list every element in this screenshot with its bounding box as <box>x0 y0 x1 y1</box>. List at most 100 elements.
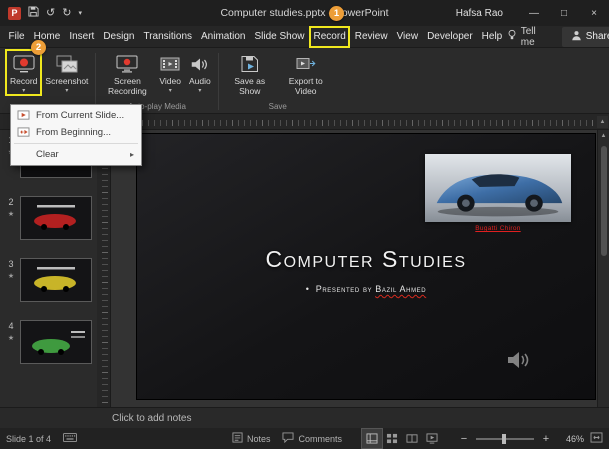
slide-thumbnail-4[interactable]: 4 ★ <box>2 320 94 364</box>
slide-1-editing-surface[interactable]: Bugatti Chiron Computer Studies • Presen… <box>137 134 595 399</box>
reading-view-button[interactable] <box>402 429 422 448</box>
video-chevron-icon: ▾ <box>168 87 172 94</box>
screen-recording-button[interactable]: Screen Recording <box>99 50 155 98</box>
screenshot-button[interactable]: Screenshot ▾ <box>41 50 92 95</box>
menu-item-from-current-slide[interactable]: From Current Slide... <box>11 107 141 124</box>
notes-pane[interactable]: Click to add notes <box>0 407 609 428</box>
keyboard-icon[interactable] <box>63 433 78 444</box>
save-as-show-button[interactable]: Save as Show <box>222 50 278 98</box>
slideshow-view-button[interactable] <box>422 429 442 448</box>
screenshot-chevron-icon: ▾ <box>65 87 69 94</box>
zoom-controls: − + 46% <box>458 432 603 445</box>
slide-number: 3 <box>8 259 14 269</box>
tab-transitions[interactable]: Transitions <box>139 26 197 48</box>
ribbon-group-label-save: Save <box>268 102 287 111</box>
slide-thumbnail-image[interactable] <box>20 320 92 364</box>
share-person-icon <box>571 30 582 44</box>
screenshot-icon <box>56 53 78 75</box>
zoom-in-button[interactable]: + <box>540 433 552 445</box>
powerpoint-window: P ↺ ↻ ▾ Computer studies.pptx - PowerPoi… <box>0 0 609 449</box>
normal-view-button[interactable] <box>361 428 383 449</box>
audio-chevron-icon: ▾ <box>198 87 202 94</box>
slide-thumbnail-image[interactable] <box>20 196 92 240</box>
slide-subtitle-text[interactable]: • Presented by Bazil Ahmed <box>137 284 595 294</box>
zoom-level[interactable]: 46% <box>558 434 584 444</box>
titlebar-right: Hafsa Rao — □ × <box>456 0 609 26</box>
tab-design[interactable]: Design <box>99 26 139 48</box>
save-icon[interactable] <box>28 6 39 20</box>
menubar-right: Tell me Share <box>507 26 609 48</box>
tab-view[interactable]: View <box>392 26 423 48</box>
animation-star-icon: ★ <box>7 335 15 342</box>
tell-me[interactable]: Tell me <box>507 26 536 48</box>
scrollbar-thumb[interactable] <box>600 146 607 256</box>
export-to-video-button[interactable]: Export to Video <box>278 50 334 98</box>
share-button[interactable]: Share <box>561 26 609 47</box>
from-beginning-icon <box>16 127 30 138</box>
maximize-button[interactable]: □ <box>549 0 579 26</box>
slide-title-text[interactable]: Computer Studies <box>137 246 595 273</box>
record-chevron-icon: ▾ <box>22 87 26 94</box>
main-content: 1 ★ 2 ★ 3 ★ <box>0 130 609 407</box>
audio-label: Audio <box>189 76 211 86</box>
tab-insert[interactable]: Insert <box>65 26 99 48</box>
zoom-out-button[interactable]: − <box>458 433 470 445</box>
video-button[interactable]: Video ▾ <box>155 50 185 95</box>
slide-thumbnail-image[interactable] <box>20 258 92 302</box>
export-to-video-label: Export to Video <box>288 76 323 96</box>
tab-file[interactable]: File <box>4 26 29 48</box>
undo-icon[interactable]: ↺ <box>46 7 55 19</box>
title-bar: P ↺ ↻ ▾ Computer studies.pptx - PowerPoi… <box>0 0 609 26</box>
notes-toggle-button[interactable]: Notes <box>226 428 277 449</box>
tab-record[interactable]: Record <box>309 25 351 48</box>
tab-review[interactable]: Review <box>350 26 392 48</box>
fit-to-window-button[interactable] <box>590 432 603 445</box>
menu-item-from-beginning[interactable]: From Beginning... <box>11 124 141 141</box>
subtitle-name: Bazil Ahmed <box>375 284 427 294</box>
screen-recording-icon <box>116 53 138 75</box>
tab-help[interactable]: Help <box>477 26 507 48</box>
annotation-badge-2: 2 <box>31 40 46 55</box>
close-button[interactable]: × <box>579 0 609 26</box>
tab-developer[interactable]: Developer <box>423 26 478 48</box>
record-button[interactable]: Record ▾ <box>4 49 43 96</box>
submenu-arrow-icon: ▸ <box>129 150 134 159</box>
slide-thumbnail-2[interactable]: 2 ★ <box>2 196 94 240</box>
notes-icon <box>232 432 243 445</box>
car-caption-text[interactable]: Bugatti Chiron <box>425 225 571 232</box>
zoom-slider-thumb[interactable] <box>502 433 507 444</box>
vertical-ruler <box>97 130 111 407</box>
video-icon <box>160 53 180 75</box>
slide-thumbnail-panel: 1 ★ 2 ★ 3 ★ <box>0 130 97 407</box>
slide-sorter-view-button[interactable] <box>382 429 402 448</box>
ribbon-tab-bar: File Home Insert Design Transitions Anim… <box>0 25 609 48</box>
user-name[interactable]: Hafsa Rao <box>456 8 503 19</box>
notes-toggle-label: Notes <box>246 433 271 444</box>
powerpoint-logo-icon: P <box>8 6 21 20</box>
zoom-slider[interactable] <box>476 433 534 444</box>
quick-access-toolbar: P ↺ ↻ ▾ <box>0 6 90 20</box>
scroll-up-icon[interactable]: ▲ <box>597 116 608 128</box>
comment-bubble-icon <box>282 432 294 445</box>
scroll-up-icon[interactable]: ▲ <box>598 130 609 142</box>
bugatti-car-image[interactable] <box>425 154 571 222</box>
minimize-button[interactable]: — <box>519 0 549 26</box>
record-dropdown-menu: From Current Slide... From Beginning... … <box>10 104 142 166</box>
comments-toggle-button[interactable]: Comments <box>276 428 348 449</box>
slide-thumbnail-3[interactable]: 3 ★ <box>2 258 94 302</box>
view-buttons <box>361 428 442 449</box>
ribbon-group-save: Save as Show Export to Video Save <box>220 50 336 113</box>
share-label: Share <box>585 31 609 42</box>
menu-item-clear[interactable]: Clear ▸ <box>11 146 141 163</box>
customize-qat-icon[interactable]: ▾ <box>78 10 82 17</box>
tab-slide-show[interactable]: Slide Show <box>250 26 309 48</box>
vertical-scrollbar[interactable]: ▲ <box>597 130 609 407</box>
redo-icon[interactable]: ↻ <box>62 7 71 19</box>
audio-speaker-icon[interactable] <box>507 350 531 375</box>
ruler-ticks <box>112 120 595 126</box>
audio-button[interactable]: Audio ▾ <box>185 50 215 95</box>
slide-canvas: Bugatti Chiron Computer Studies • Presen… <box>111 130 609 407</box>
tab-animation[interactable]: Animation <box>197 26 250 48</box>
video-label: Video <box>159 76 181 86</box>
record-icon <box>13 53 35 75</box>
